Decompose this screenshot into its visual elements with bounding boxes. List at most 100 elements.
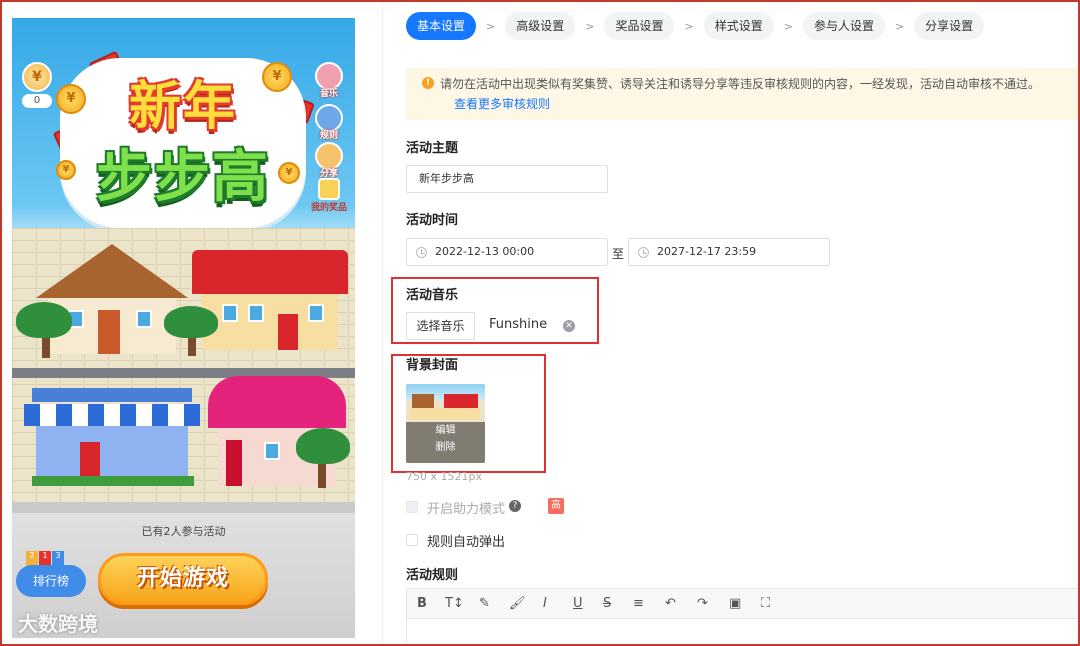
thumb-house	[444, 394, 478, 408]
coin-icon: ¥	[56, 160, 76, 180]
theme-input[interactable]: 新年步步高	[406, 165, 608, 193]
end-time-input[interactable]: 2027-12-17 23:59	[628, 238, 830, 266]
chevron-right-icon: >	[894, 19, 905, 33]
text-size-icon[interactable]: T↕	[445, 596, 464, 611]
tab-basic-settings[interactable]: 基本设置	[406, 12, 477, 40]
gift-icon	[318, 178, 340, 200]
cover-thumbnail[interactable]: 编辑 删除	[406, 384, 485, 463]
tab-advanced-settings[interactable]: 高级设置	[505, 12, 576, 40]
clock-icon	[416, 247, 427, 258]
select-music-button[interactable]: 选择音乐	[406, 312, 475, 340]
tab-prize-settings[interactable]: 奖品设置	[604, 12, 675, 40]
house-roof	[192, 250, 348, 294]
image-icon[interactable]: ▣	[729, 596, 741, 611]
coin-icon: ¥	[278, 162, 300, 184]
start-time-input[interactable]: 2022-12-13 00:00	[406, 238, 608, 266]
theme-label: 活动主题	[406, 141, 459, 156]
house-window	[308, 304, 324, 322]
review-rules-link[interactable]: 查看更多审核规则	[454, 95, 550, 112]
shop-sign	[32, 388, 192, 402]
house-window	[248, 304, 264, 322]
music-side-button[interactable]: 音乐	[313, 62, 345, 99]
thumb-house	[412, 394, 434, 408]
rules-label: 活动规则	[406, 568, 459, 583]
assist-mode-checkbox[interactable]	[406, 501, 418, 513]
houses-scene	[12, 228, 355, 513]
chevron-right-icon: >	[684, 19, 694, 33]
clear-music-icon[interactable]: ✕	[563, 320, 575, 332]
warning-icon: !	[422, 77, 434, 89]
house-wall	[202, 294, 338, 350]
my-prizes-side-button[interactable]: 我的奖品	[309, 178, 349, 213]
chevron-right-icon: >	[783, 19, 793, 33]
score-value: 0	[22, 94, 52, 108]
chevron-right-icon: >	[585, 19, 595, 33]
hedge	[32, 476, 194, 486]
podium-block: 3	[52, 551, 64, 565]
end-time-value: 2027-12-17 23:59	[657, 245, 757, 258]
house-window	[222, 304, 238, 322]
cover-label: 背景封面	[406, 358, 459, 373]
start-game-button[interactable]: 开始游戏	[98, 553, 268, 605]
music-name: Funshine	[489, 317, 548, 332]
house-door	[98, 310, 120, 354]
side-button-label: 音乐	[319, 89, 338, 99]
score-widget: ¥ 0	[20, 62, 54, 118]
delete-cover-button[interactable]: 删除	[406, 439, 485, 456]
sidewalk	[12, 502, 355, 513]
side-button-label: 规则	[319, 131, 338, 141]
thumb-wall	[410, 408, 480, 420]
participants-count: 已有2人参与活动	[141, 525, 226, 538]
coin-icon: ¥	[22, 62, 52, 92]
strikethrough-icon[interactable]: S	[603, 596, 611, 611]
rules-side-button[interactable]: 规则	[313, 104, 345, 141]
house-window	[264, 442, 280, 460]
start-time-value: 2022-12-13 00:00	[435, 245, 535, 258]
game-title-line2: 步步高	[96, 145, 270, 210]
coin-icon: ¥	[262, 62, 292, 92]
editor-toolbar: B T↕ ✎ 🖌 I U S ≡ ↶ ↷ ▣ ⛶	[407, 589, 1079, 619]
notice-text: 请勿在活动中出现类似有奖集赞、诱导关注和诱导分享等违反审核规则的内容，一经发现，…	[440, 77, 1041, 91]
edit-cover-button[interactable]: 编辑	[406, 422, 485, 439]
share-side-button[interactable]: 分享	[313, 142, 345, 179]
house-roof	[208, 376, 346, 428]
shop-awning	[24, 404, 200, 426]
music-label: 活动音乐	[406, 288, 459, 303]
align-icon[interactable]: ≡	[633, 596, 644, 611]
step-tabs: 基本设置 > 高级设置 > 奖品设置 > 样式设置 > 参与人设置 > 分享设置	[406, 12, 985, 40]
premium-badge: 高	[548, 498, 564, 514]
italic-icon[interactable]: I	[543, 596, 547, 611]
house-door	[226, 440, 242, 486]
house-wall	[36, 426, 188, 478]
background-color-icon[interactable]: 🖌	[509, 596, 526, 611]
help-icon[interactable]: ?	[509, 500, 521, 512]
undo-icon[interactable]: ↶	[665, 596, 676, 611]
clock-icon	[638, 247, 649, 258]
cover-actions: 编辑 删除	[406, 422, 485, 463]
tab-style-settings[interactable]: 样式设置	[703, 12, 774, 40]
assist-mode-label: 开启助力模式	[427, 502, 506, 517]
tree	[296, 428, 350, 464]
bold-icon[interactable]: B	[417, 596, 427, 611]
chevron-right-icon: >	[486, 19, 496, 33]
tree	[164, 306, 218, 338]
house-door	[278, 314, 298, 350]
text-color-icon[interactable]: ✎	[479, 596, 490, 611]
tab-share-settings[interactable]: 分享设置	[914, 12, 985, 40]
rules-popup-label: 规则自动弹出	[427, 535, 506, 550]
house-window	[136, 310, 152, 328]
rules-popup-checkbox[interactable]	[406, 534, 418, 546]
rules-editor[interactable]: B T↕ ✎ 🖌 I U S ≡ ↶ ↷ ▣ ⛶	[406, 588, 1080, 646]
coin-icon: ¥	[56, 84, 86, 114]
house-door	[80, 442, 100, 478]
fullscreen-icon[interactable]: ⛶	[761, 596, 770, 611]
house-roof	[36, 244, 188, 298]
tab-participant-settings[interactable]: 参与人设置	[802, 12, 885, 40]
underline-icon[interactable]: U	[573, 596, 583, 611]
leaderboard-button[interactable]: 排行榜	[16, 565, 86, 597]
side-button-label: 我的奖品	[310, 203, 347, 213]
redo-icon[interactable]: ↷	[697, 596, 708, 611]
cover-size-hint: 750 x 1521px	[406, 470, 482, 483]
watermark: 大数跨境	[18, 612, 98, 636]
tree	[16, 302, 72, 338]
